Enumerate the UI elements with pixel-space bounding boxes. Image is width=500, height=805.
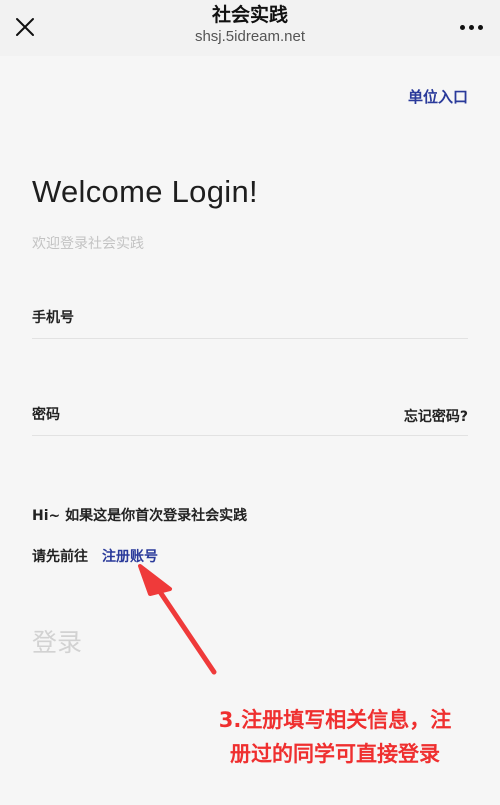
top-bar: 社会实践 shsj.5idream.net [0,0,500,56]
register-link[interactable]: 注册账号 [102,546,158,566]
annotation-line: 3.注册填写相关信息，注 [218,708,452,732]
unit-entry-link[interactable]: 单位入口 [408,86,468,107]
login-button[interactable]: 登录 [32,623,82,659]
welcome-subtitle: 欢迎登录社会实践 [32,236,144,252]
annotation-text: 3.注册填写相关信息，注 册过的同学可直接登录 [180,703,490,771]
arrow-head [138,564,172,596]
first-login-hint: Hi~ 如果这是你首次登录社会实践 [32,508,248,524]
password-field: 忘记密码? [32,397,468,436]
phone-field [32,300,468,339]
close-button[interactable] [10,12,40,42]
arrow-shaft [149,577,217,675]
welcome-heading: Welcome Login! [32,174,258,209]
more-dot-icon [468,24,474,30]
phone-input[interactable] [32,300,468,336]
page-title: 社会实践 [211,4,288,26]
page-url: shsj.5idream.net [194,28,306,45]
more-button[interactable] [456,15,486,39]
annotation-line: 册过的同学可直接登录 [230,742,440,766]
password-input[interactable] [32,397,468,433]
title-block: 社会实践 shsj.5idream.net [0,3,500,47]
close-icon [16,18,34,36]
forgot-password-link[interactable]: 忘记密码? [404,406,468,426]
more-dot-icon [459,24,465,30]
more-dot-icon [477,24,483,30]
goto-hint: 请先前往 [32,549,88,565]
